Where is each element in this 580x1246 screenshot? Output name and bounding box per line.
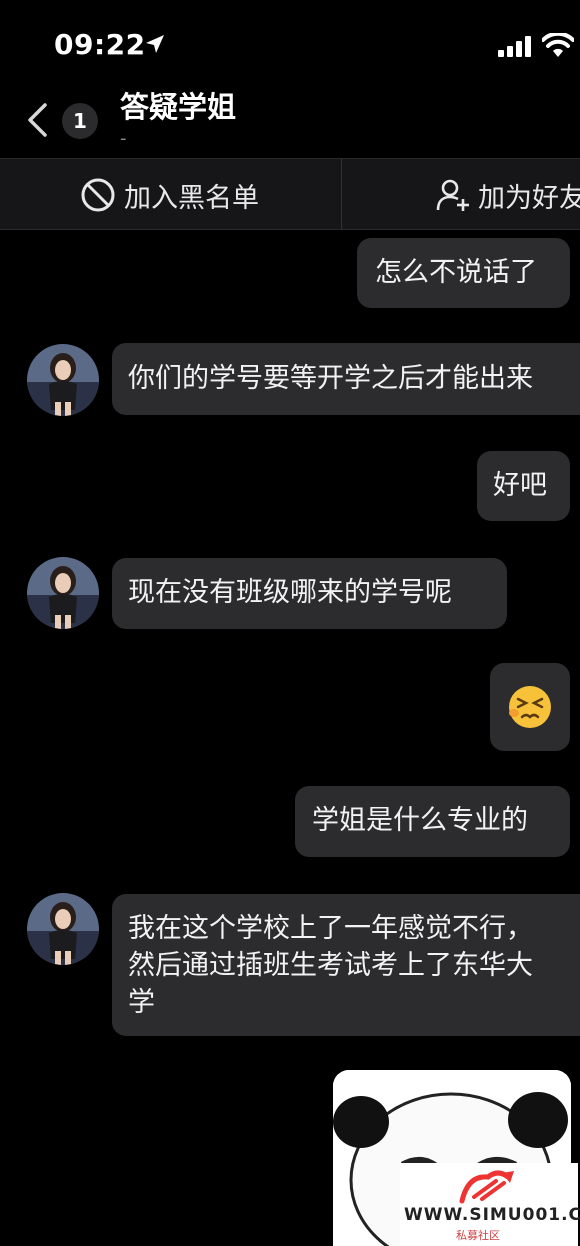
unread-count-badge[interactable]: 1 [62, 103, 98, 139]
avatar[interactable] [27, 557, 99, 629]
action-divider [341, 159, 342, 229]
message-text: 现在没有班级哪来的学号呢 [128, 577, 452, 608]
message-text-line: 学 [128, 987, 155, 1018]
watermark-logo-icon [459, 1170, 514, 1204]
avatar[interactable] [27, 344, 99, 416]
watermark: WWW.SIMU001.CN 私募社区 [400, 1163, 580, 1246]
message-text: 怎么不说话了 [375, 257, 537, 288]
message-bubble-outgoing[interactable]: 怎么不说话了 [357, 238, 570, 308]
add-friend-button[interactable]: 加为好友 [436, 177, 580, 214]
message-bubble-incoming[interactable]: 我在这个学校上了一年感觉不行， 然后通过插班生考试考上了东华大 学 [112, 894, 580, 1036]
watermark-subtext: 私募社区 [456, 1229, 500, 1242]
add-person-icon [436, 179, 469, 211]
add-friend-label: 加为好友 [478, 182, 580, 214]
back-chevron-icon[interactable] [26, 102, 48, 138]
chat-subtitle: - [120, 128, 127, 149]
status-time: 09:22 [54, 28, 146, 61]
block-icon [81, 178, 115, 212]
watermark-text: WWW.SIMU001.CN [404, 1205, 580, 1225]
location-arrow-icon [146, 35, 164, 53]
block-user-label: 加入黑名单 [124, 182, 259, 214]
block-user-button[interactable]: 加入黑名单 [80, 177, 259, 214]
chat-screen: 09:22 1 答疑学姐 - 加入黑名单 加为好友 怎么不说话了 你们的学号要等… [0, 0, 580, 1246]
message-text: 好吧 [493, 470, 547, 501]
persevering-face-emoji-icon [509, 686, 551, 728]
message-text: 学姐是什么专业的 [312, 805, 528, 836]
message-text: 你们的学号要等开学之后才能出来 [128, 363, 533, 394]
action-bar: 加入黑名单 加为好友 [0, 158, 580, 230]
chat-title: 答疑学姐 [120, 90, 237, 124]
message-bubble-incoming[interactable]: 现在没有班级哪来的学号呢 [112, 558, 507, 629]
wifi-icon [542, 33, 574, 57]
message-bubble-incoming[interactable]: 你们的学号要等开学之后才能出来 [112, 343, 580, 415]
message-text-line: 然后通过插班生考试考上了东华大 [128, 950, 533, 981]
message-text-line: 我在这个学校上了一年感觉不行， [128, 913, 533, 944]
message-bubble-outgoing[interactable]: 好吧 [477, 451, 570, 521]
message-bubble-outgoing[interactable]: 学姐是什么专业的 [295, 786, 570, 857]
avatar[interactable] [27, 893, 99, 965]
message-bubble-outgoing[interactable] [490, 663, 570, 751]
cellular-signal-icon [498, 36, 531, 57]
